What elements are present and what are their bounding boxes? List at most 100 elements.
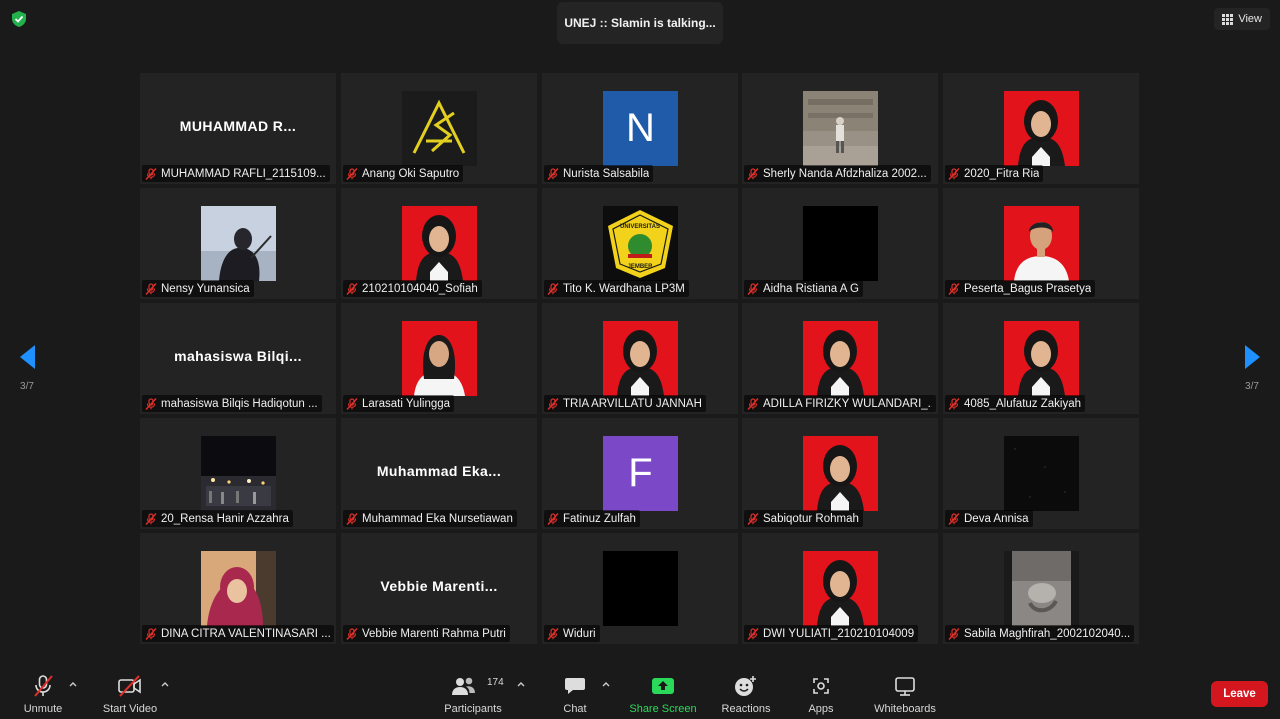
participant-name-label: DINA CITRA VALENTINASARI ...	[142, 625, 334, 642]
participant-name: Aidha Ristiana A G	[763, 282, 859, 295]
reactions-smiley-icon	[735, 676, 756, 696]
next-page-button[interactable]: 3/7	[1240, 345, 1264, 392]
share-screen-icon	[652, 678, 674, 694]
mic-muted-icon	[747, 397, 759, 410]
chat-options-caret-icon[interactable]	[601, 679, 611, 689]
participant-photo	[201, 206, 276, 281]
mic-muted-icon	[145, 627, 157, 640]
participant-name: Nurista Salsabila	[563, 167, 650, 180]
participant-name: Sabiqotur Rohmah	[763, 512, 859, 525]
mic-muted-icon	[547, 397, 559, 410]
share-screen-button[interactable]: Share Screen	[628, 665, 698, 719]
participant-name: Peserta_Bagus Prasetya	[964, 282, 1092, 295]
participant-name-label: 2020_Fitra Ria	[945, 165, 1044, 182]
leave-button[interactable]: Leave	[1211, 681, 1268, 707]
participant-photo: UNIVERSITAS JEMBER	[603, 206, 678, 281]
video-options-caret-icon[interactable]	[160, 679, 170, 689]
mic-muted-icon	[145, 167, 157, 180]
avatar-initial: N	[626, 106, 655, 150]
mic-muted-icon	[747, 512, 759, 525]
participant-name: Nensy Yunansica	[161, 282, 250, 295]
participant-photo	[1004, 206, 1079, 281]
participant-tile[interactable]: Sabiqotur Rohmah	[742, 418, 938, 529]
participant-name-label: Vebbie Marenti Rahma Putri	[343, 625, 510, 642]
apps-icon	[813, 678, 829, 694]
mic-muted-icon	[747, 282, 759, 295]
participant-photo	[1004, 321, 1079, 396]
participant-name-label: 4085_Alufatuz Zakiyah	[945, 395, 1085, 412]
participant-tile[interactable]: Anang Oki Saputro	[341, 73, 537, 184]
participants-button[interactable]: Participants	[442, 665, 504, 719]
participant-name: 4085_Alufatuz Zakiyah	[964, 397, 1081, 410]
participants-options-caret-icon[interactable]	[516, 679, 526, 689]
participant-tile[interactable]: MUHAMMAD R... MUHAMMAD RAFLI_2115109...	[140, 73, 336, 184]
participant-name-label: Sherly Nanda Afdzhaliza 2002...	[744, 165, 931, 182]
participant-name: Tito K. Wardhana LP3M	[563, 282, 685, 295]
mic-muted-icon	[948, 397, 960, 410]
participant-name: Sabila Maghfirah_2002102040...	[964, 627, 1131, 640]
mic-muted-icon	[145, 397, 157, 410]
participant-tile[interactable]: Widuri	[542, 533, 738, 644]
reactions-label: Reactions	[721, 703, 771, 715]
participant-photo	[803, 551, 878, 626]
participant-photo	[402, 206, 477, 281]
participant-tile[interactable]: Sabila Maghfirah_2002102040...	[943, 533, 1139, 644]
participant-photo	[603, 321, 678, 396]
participant-display-name: mahasiswa Bilqi...	[174, 348, 302, 364]
participant-photo	[803, 91, 878, 166]
participant-name-label: Sabiqotur Rohmah	[744, 510, 863, 527]
participant-tile[interactable]: Vebbie Marenti... Vebbie Marenti Rahma Pu…	[341, 533, 537, 644]
view-button[interactable]: View	[1214, 8, 1270, 30]
participant-tile[interactable]: Aidha Ristiana A G	[742, 188, 938, 299]
reactions-button[interactable]: Reactions	[720, 665, 772, 719]
participant-name: 210210104040_Sofiah	[362, 282, 478, 295]
mic-muted-icon	[948, 282, 960, 295]
participant-tile[interactable]: mahasiswa Bilqi... mahasiswa Bilqis Hadiq…	[140, 303, 336, 414]
mic-muted-icon	[346, 627, 358, 640]
participant-name-label: 20_Rensa Hanir Azzahra	[142, 510, 293, 527]
participant-tile[interactable]: F Fatinuz Zulfah	[542, 418, 738, 529]
participant-tile[interactable]: DINA CITRA VALENTINASARI ...	[140, 533, 336, 644]
participant-tile[interactable]: 2020_Fitra Ria	[943, 73, 1139, 184]
start-video-button[interactable]: Start Video	[100, 665, 160, 719]
chat-button[interactable]: Chat	[556, 665, 594, 719]
participant-tile[interactable]: Muhammad Eka... Muhammad Eka Nursetiawan	[341, 418, 537, 529]
participant-name: Deva Annisa	[964, 512, 1029, 525]
mic-muted-icon	[747, 627, 759, 640]
participant-name: Larasati Yulingga	[362, 397, 451, 410]
participant-tile[interactable]: 4085_Alufatuz Zakiyah	[943, 303, 1139, 414]
whiteboards-button[interactable]: Whiteboards	[870, 665, 940, 719]
mic-muted-icon	[547, 282, 559, 295]
participant-name-label: Widuri	[544, 625, 600, 642]
participant-tile[interactable]: Sherly Nanda Afdzhaliza 2002...	[742, 73, 938, 184]
avatar-initial: F	[628, 451, 653, 495]
participant-name-label: DWI YULIATI_210210104009	[744, 625, 919, 642]
participant-name-label: ADILLA FIRIZKY WULANDARI_...	[744, 395, 936, 412]
apps-button[interactable]: Apps	[803, 665, 839, 719]
participant-tile[interactable]: ADILLA FIRIZKY WULANDARI_...	[742, 303, 938, 414]
participant-tile[interactable]: 20_Rensa Hanir Azzahra	[140, 418, 336, 529]
participant-tile[interactable]: TRIA ARVILLATU JANNAH	[542, 303, 738, 414]
participant-photo	[803, 206, 878, 281]
security-shield-icon[interactable]	[10, 10, 28, 28]
participant-name-label: Muhammad Eka Nursetiawan	[343, 510, 517, 527]
mic-muted-icon	[145, 512, 157, 525]
participant-tile[interactable]: DWI YULIATI_210210104009	[742, 533, 938, 644]
participant-name-label: Nurista Salsabila	[544, 165, 654, 182]
participant-name: Vebbie Marenti Rahma Putri	[362, 627, 506, 640]
participant-tile[interactable]: Peserta_Bagus Prasetya	[943, 188, 1139, 299]
unmute-button[interactable]: Unmute	[18, 665, 68, 719]
participant-display-name: Vebbie Marenti...	[380, 578, 498, 594]
participant-tile[interactable]: Deva Annisa	[943, 418, 1139, 529]
previous-page-button[interactable]: 3/7	[15, 345, 39, 392]
participant-tile[interactable]: N Nurista Salsabila	[542, 73, 738, 184]
participant-photo	[1004, 436, 1079, 511]
audio-options-caret-icon[interactable]	[68, 679, 78, 689]
participant-tile[interactable]: 210210104040_Sofiah	[341, 188, 537, 299]
participant-tile[interactable]: UNIVERSITAS JEMBER Tito K. Wardhana LP3M	[542, 188, 738, 299]
participant-tile[interactable]: Nensy Yunansica	[140, 188, 336, 299]
participant-tile[interactable]: Larasati Yulingga	[341, 303, 537, 414]
mic-muted-icon	[346, 512, 358, 525]
svg-text:UNIVERSITAS: UNIVERSITAS	[620, 224, 660, 230]
page-indicator-right: 3/7	[1245, 381, 1259, 392]
